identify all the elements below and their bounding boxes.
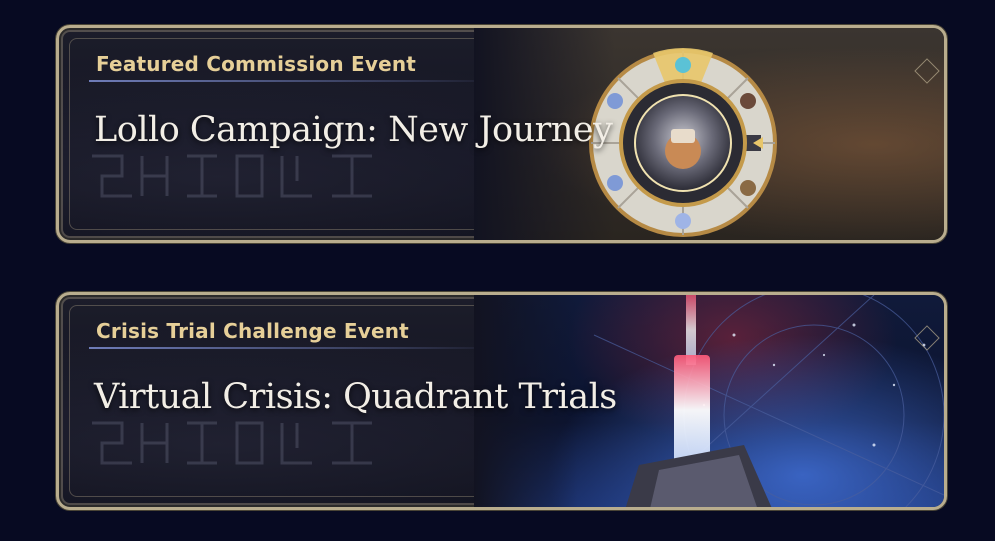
event-card-virtual-crisis[interactable]: Crisis Trial Challenge Event Virtual Cri… <box>56 292 947 510</box>
category-underline <box>89 80 509 82</box>
event-title: Virtual Crisis: Quadrant Trials <box>94 377 617 417</box>
decorative-glyphs <box>92 421 372 465</box>
category-underline <box>89 347 509 349</box>
decorative-glyphs <box>92 154 372 198</box>
event-card-lollo-campaign[interactable]: Featured Commission Event Lollo Campaign… <box>56 25 947 243</box>
commission-wheel-icon <box>589 47 777 237</box>
event-category-label: Crisis Trial Challenge Event <box>96 319 409 343</box>
event-category-label: Featured Commission Event <box>96 52 417 76</box>
event-title: Lollo Campaign: New Journey <box>94 110 613 150</box>
